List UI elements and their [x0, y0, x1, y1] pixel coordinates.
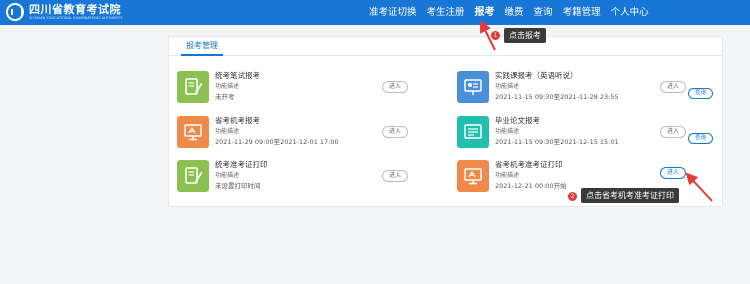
- card-title: 统考准考证打印: [215, 160, 268, 169]
- card-unified-written-exam: 统考笔试报考 功能描述 未开考: [177, 71, 417, 107]
- nav-personal-center[interactable]: 个人中心: [611, 0, 649, 25]
- logo-text: 四川省教育考试院 SICHUAN EDUCATIONAL EXAMINATION…: [29, 2, 123, 21]
- nav-query[interactable]: 查询: [534, 0, 553, 25]
- card-graduation-thesis: 毕业论文报考 功能描述 2021-11-15 09:30至2021-12-15 …: [457, 116, 657, 152]
- logo-emblem-icon: [6, 3, 24, 21]
- computer-exam-icon: [457, 160, 489, 192]
- pencil-notebook-icon: [177, 71, 209, 103]
- card-description: 功能描述: [215, 172, 240, 179]
- card-title: 统考笔试报考: [215, 71, 260, 80]
- logo-chinese-name: 四川省教育考试院: [29, 2, 121, 16]
- card-provincial-computer-exam: 省考机考报考 功能描述 2021-11-29 09:00至2021-12-01 …: [177, 116, 417, 152]
- card-practical-course-exam: 实践课报考（英语听说） 功能描述 2021-11-15 09:30至2021-1…: [457, 71, 657, 107]
- card-date-range: 2021-11-15 09:30至2021-12-15 15:01: [495, 138, 619, 146]
- card-title: 毕业论文报考: [495, 116, 540, 125]
- step-badge-1: 1: [491, 31, 500, 40]
- card-unified-admission-ticket-print: 统考准考证打印 功能描述 未设置打印时间: [177, 160, 417, 196]
- pencil-notebook-icon: [177, 160, 209, 192]
- thesis-document-icon: [457, 116, 489, 148]
- enter-button-practical-course-exam[interactable]: 进入: [660, 81, 686, 93]
- nav-ticket-switch[interactable]: 准考证切换: [369, 0, 417, 25]
- logo-english-name: SICHUAN EDUCATIONAL EXAMINATIONS AUTHORI…: [29, 15, 123, 20]
- card-start-time: 2021-12-21 00:00开始: [495, 182, 567, 190]
- card-status: 未开考: [215, 93, 235, 101]
- nav-payment[interactable]: 缴费: [505, 0, 524, 25]
- nav-register[interactable]: 考生注册: [427, 0, 465, 25]
- card-date-range: 2021-11-15 09:30至2021-11-28 23:55: [495, 93, 619, 101]
- card-title: 省考机考报考: [215, 116, 260, 125]
- card-description: 功能描述: [495, 128, 520, 135]
- site-logo[interactable]: 四川省教育考试院 SICHUAN EDUCATIONAL EXAMINATION…: [6, 3, 122, 21]
- enter-button-provincial-computer-ticket-print[interactable]: 进入: [660, 167, 686, 179]
- nav-record-management[interactable]: 考籍管理: [563, 0, 601, 25]
- card-status: 未设置打印时间: [215, 182, 261, 190]
- enter-button-unified-admission-ticket-print[interactable]: 进入: [382, 170, 408, 182]
- computer-exam-icon: [177, 116, 209, 148]
- main-nav: 准考证切换 考生注册 报考 缴费 查询 考籍管理 个人中心: [369, 0, 659, 25]
- enter-button-provincial-computer-exam[interactable]: 进入: [382, 126, 408, 138]
- enter-button-graduation-thesis[interactable]: 进入: [660, 126, 686, 138]
- top-header: 四川省教育考试院 SICHUAN EDUCATIONAL EXAMINATION…: [0, 0, 750, 25]
- tab-exam-management[interactable]: 报考管理: [181, 37, 223, 56]
- query-button-practical-course-exam[interactable]: 查询: [688, 88, 713, 99]
- card-description: 功能描述: [495, 83, 520, 90]
- card-description: 功能描述: [215, 83, 240, 90]
- card-title: 省考机考准考证打印: [495, 160, 563, 169]
- panel-tabbar: 报考管理: [169, 37, 722, 56]
- query-button-graduation-thesis[interactable]: 查询: [688, 133, 713, 144]
- enter-button-unified-written-exam[interactable]: 进入: [382, 81, 408, 93]
- card-description: 功能描述: [495, 172, 520, 179]
- card-title: 实践课报考（英语听说）: [495, 71, 578, 80]
- nav-apply[interactable]: 报考: [475, 0, 495, 25]
- presentation-board-icon: [457, 71, 489, 103]
- exam-management-panel: 报考管理 统考笔试报考 功能描述 未开考 进入 实践课报考（英语听说） 功能描述…: [168, 36, 723, 207]
- card-date-range: 2021-11-29 09:00至2021-12-01 17:00: [215, 138, 339, 146]
- callout-click-ticket-print: 点击省考机考准考证打印: [581, 188, 679, 203]
- callout-click-apply: 点击报考: [504, 28, 546, 43]
- card-description: 功能描述: [215, 128, 240, 135]
- step-badge-2: 2: [568, 192, 577, 201]
